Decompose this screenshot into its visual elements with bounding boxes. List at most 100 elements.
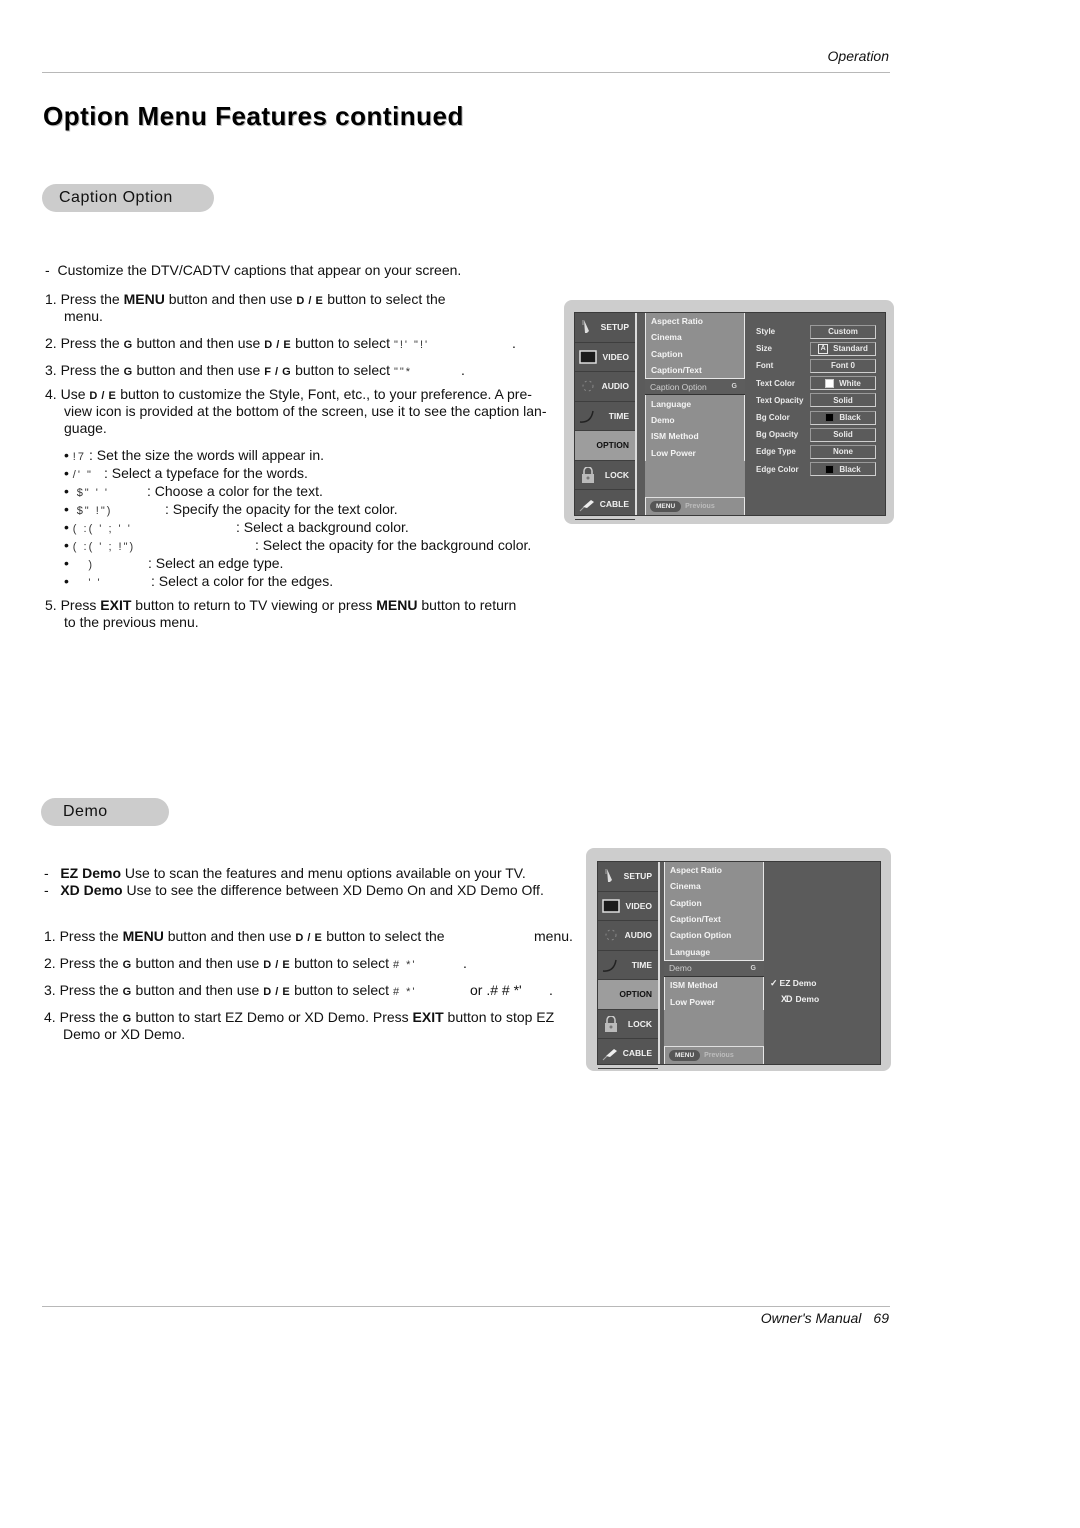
caption-option-row[interactable]: Font Font 0 (756, 358, 881, 373)
option-value-field[interactable]: Font 0 (810, 358, 876, 373)
step-end: . (549, 982, 553, 998)
lock-icon (605, 1015, 617, 1032)
tab-time[interactable]: TIME (575, 402, 635, 431)
menu-button[interactable]: MENU (650, 501, 682, 512)
key-separator: / (271, 959, 283, 971)
submenu-item-language[interactable]: Language (646, 395, 744, 411)
step-text: Press (60, 597, 101, 613)
garbled-text: ) (88, 559, 95, 571)
option-value: Font 0 (831, 361, 855, 371)
color-swatch (825, 464, 835, 474)
tab-cable[interactable]: CABLE (575, 490, 635, 520)
tab-video[interactable]: VIDEO (598, 892, 658, 921)
demo-step-3: 3. Press the G button and then use D / E… (44, 982, 553, 1001)
submenu-item-caption-option[interactable]: Caption Option (665, 927, 763, 943)
tab-label: TIME (631, 959, 652, 970)
step-text: Press the (60, 291, 124, 307)
option-submenu: Aspect Ratio Cinema Caption Caption/Text… (664, 862, 764, 1064)
up-key-glyph: D (263, 959, 272, 971)
option-value-field[interactable]: Black (810, 410, 876, 425)
option-value: Solid (833, 430, 853, 440)
submenu-item-cinema[interactable]: Cinema (646, 329, 744, 345)
caption-option-row[interactable]: Bg Opacity Solid (756, 427, 881, 442)
tab-lock[interactable]: LOCK (575, 461, 635, 490)
submenu-item-low-power[interactable]: Low Power (665, 993, 763, 1009)
tab-audio[interactable]: AUDIO (598, 921, 658, 951)
option-submenu: Aspect Ratio Cinema Caption Caption/Text… (645, 313, 745, 515)
tab-setup[interactable]: SETUP (598, 862, 658, 892)
lock-icon (582, 466, 594, 483)
caption-option-row[interactable]: Text Color White (756, 376, 881, 391)
option-value-field[interactable]: A Standard (810, 341, 876, 356)
menu-key-label: MENU (376, 597, 418, 613)
submenu-item-ism-method[interactable]: ISM Method (665, 977, 763, 993)
tab-option[interactable]: OPTION (575, 431, 635, 461)
submenu-item-aspect-ratio[interactable]: Aspect Ratio (665, 862, 763, 878)
caption-option-row[interactable]: Bg Color Black (756, 410, 881, 425)
option-value-field[interactable]: Black (810, 462, 876, 477)
submenu-footer: MENU Previous (664, 1046, 764, 1064)
menu-key-label: MENU (122, 928, 164, 944)
garbled-text: ' ' (88, 577, 102, 589)
submenu-item-aspect-ratio[interactable]: Aspect Ratio (646, 313, 744, 329)
submenu-item-caption-text[interactable]: Caption/Text (646, 362, 744, 378)
menu-panel: SETUP VIDEO AUDIO TIME OPTION LOCK CABLE… (574, 312, 886, 520)
submenu-item-cinema[interactable]: Cinema (665, 878, 763, 894)
bullet-desc: : Select the opacity for the background … (255, 537, 532, 553)
demo-menu-screen: SETUP VIDEO AUDIO TIME OPTION LOCK CABLE… (586, 848, 891, 1071)
submenu-item-caption-option[interactable]: Caption Option G (645, 379, 745, 396)
tab-time[interactable]: TIME (598, 951, 658, 980)
caption-option-heading: Caption Option (42, 184, 214, 212)
demo-step-2: 2. Press the G button and then use D / E… (44, 955, 467, 974)
submenu-label: Language (651, 398, 692, 409)
submenu-item-low-power[interactable]: Low Power (646, 444, 744, 460)
bullet-desc: : Select a color for the edges. (151, 573, 334, 589)
step-end: . (512, 335, 516, 351)
submenu-item-demo[interactable]: Demo (646, 412, 744, 428)
submenu-item-caption[interactable]: Caption (665, 895, 763, 911)
demo-step-1: 1. Press the MENU button and then use D … (44, 928, 573, 947)
menu-button[interactable]: MENU (669, 1050, 701, 1061)
right-key-glyph: G (282, 366, 292, 378)
submenu-label: ISM Method (670, 980, 718, 991)
caption-option-row[interactable]: Size A Standard (756, 341, 881, 356)
tab-setup[interactable]: SETUP (575, 313, 635, 343)
caption-option-row[interactable]: Edge Color Black (756, 462, 881, 477)
submenu-item-language[interactable]: Language (665, 943, 763, 959)
step-number: 3. (44, 982, 56, 998)
tab-cable[interactable]: CABLE (598, 1039, 658, 1069)
bullet-item: • ): Select an edge type. (64, 555, 284, 571)
tab-audio[interactable]: AUDIO (575, 372, 635, 402)
option-value-field[interactable]: Solid (810, 427, 876, 442)
tab-label: AUDIO (624, 930, 652, 941)
tab-label: CABLE (599, 499, 629, 510)
manual-title: Owner's Manual (760, 1310, 862, 1326)
option-value-field[interactable]: White (810, 376, 876, 391)
right-key-glyph: G (122, 986, 132, 998)
garbled-text: !7 (72, 451, 86, 463)
demo-option-ez[interactable]: ✓ EZ Demo (770, 978, 816, 989)
tab-lock[interactable]: LOCK (598, 1010, 658, 1039)
option-value-field[interactable]: None (810, 444, 876, 459)
submenu-item-demo[interactable]: Demo G (664, 960, 764, 978)
option-label: Edge Type (756, 447, 796, 457)
demo-option-xd[interactable]: XD Demo (781, 994, 819, 1004)
submenu-item-caption[interactable]: Caption (646, 346, 744, 362)
option-value-field[interactable]: Custom (810, 324, 876, 339)
tab-option[interactable]: OPTION (598, 980, 658, 1010)
caption-option-row[interactable]: Edge Type None (756, 444, 881, 459)
video-icon (579, 350, 597, 364)
exit-key-label: EXIT (100, 597, 132, 613)
submenu-item-caption-text[interactable]: Caption/Text (665, 911, 763, 927)
caption-option-row[interactable]: Style Custom (756, 324, 881, 339)
option-value-field[interactable]: Solid (810, 393, 876, 408)
submenu-item-ism-method[interactable]: ISM Method (646, 428, 744, 444)
caption-option-row[interactable]: Text Opacity Solid (756, 393, 881, 408)
garbled-text: or .# # *' (470, 982, 522, 998)
tab-video[interactable]: VIDEO (575, 343, 635, 372)
option-label: Text Color (756, 378, 795, 388)
submenu-label: Caption/Text (670, 914, 721, 925)
up-key-glyph: D (263, 986, 272, 998)
step-text: button to select the (322, 928, 445, 944)
submenu-label: Caption/Text (651, 365, 702, 376)
